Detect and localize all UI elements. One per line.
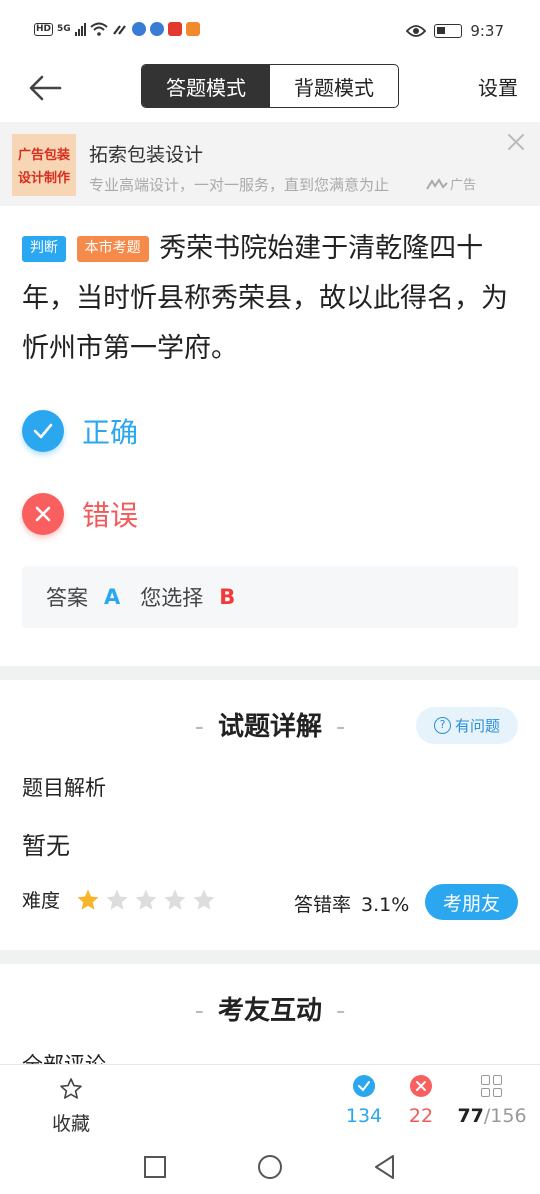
ad-title: 拓索包装设计 [89,144,204,166]
difficulty-label: 难度 [22,890,61,912]
star-filled-icon [77,889,99,910]
favorite-label: 收藏 [51,1113,90,1135]
eye-icon [406,25,427,37]
wrong-counter[interactable]: 22 [396,1075,446,1127]
question-mark-icon: ? [433,717,451,734]
correct-count: 134 [345,1105,383,1127]
difficulty-rating: 难度 [22,886,216,913]
error-rate: 答错率 3.1% [294,890,409,917]
report-problem-label: 有问题 [454,717,500,735]
bottom-toolbar: 收藏 134 22 77/156 [0,1064,540,1140]
question-type-badge: 判断 [22,236,66,262]
current-index: 77 [457,1105,484,1127]
status-left-icons: HD 5G [34,22,200,36]
ad-tag: 广告 [426,174,476,193]
test-friend-button[interactable]: 考朋友 [425,884,518,920]
app-notification-icon [131,22,146,36]
ad-image: 广告包装 设计制作 [12,134,76,196]
ad-image-line1: 广告包装 [17,148,70,163]
question-stem: 判断 本市考题 秀荣书院始建于清乾隆四十年，当时忻县称秀荣县，故以此得名，为忻州… [22,224,522,374]
favorite-button[interactable]: 收藏 [46,1077,96,1136]
option-correct-label: 正确 [82,416,139,449]
link-icon [112,25,126,35]
analysis-label: 题目解析 [22,776,106,800]
wrong-count: 22 [408,1105,434,1127]
section-divider [0,950,540,964]
question-source-badge: 本市考题 [76,236,149,262]
ad-description: 专业高端设计，一对一服务，直到您满意为止 [89,176,390,194]
star-outline-icon [60,1078,82,1099]
check-icon [353,1075,375,1097]
error-rate-value: 3.1% [361,894,410,916]
tab-answer-mode[interactable]: 答题模式 [142,65,270,107]
correct-counter[interactable]: 134 [339,1075,389,1127]
settings-button[interactable]: 设置 [478,72,518,101]
signal-icon [74,22,86,36]
option-wrong-label: 错误 [82,499,139,532]
app-notification-icon [149,22,164,36]
total-count: /156 [483,1105,527,1127]
correct-answer-value: A [104,585,121,609]
5g-icon: 5G [57,23,71,34]
back-arrow-icon[interactable] [28,72,64,104]
clock: 9:37 [470,22,504,40]
your-choice-label: 您选择 [140,586,204,610]
status-bar: HD 5G 9:37 [0,0,540,64]
grid-icon [481,1075,503,1097]
ad-image-line2: 设计制作 [17,171,70,186]
cross-icon [410,1075,432,1097]
progress-text: 77/156 [456,1105,528,1127]
option-wrong[interactable]: 错误 [22,493,138,535]
section-divider [0,666,540,680]
interaction-section-title: - 考友互动 - [194,996,346,1026]
status-right-icons: 9:37 [406,22,504,40]
star-empty-icon [193,889,215,910]
wifi-icon [90,22,108,36]
system-navigation [0,1140,540,1194]
play-app-icon [185,22,200,36]
video-app-icon [167,22,182,36]
star-empty-icon [106,889,128,910]
ad-banner[interactable]: 广告包装 设计制作 拓索包装设计 专业高端设计，一对一服务，直到您满意为止 广告 [0,122,540,206]
close-icon[interactable] [506,132,526,152]
hd-icon: HD [34,22,54,36]
answer-label: 答案 [46,586,88,610]
cross-icon [22,493,64,535]
ad-tag-label: 广告 [450,178,477,193]
back-triangle-icon[interactable] [372,1154,398,1180]
option-correct[interactable]: 正确 [22,410,138,452]
battery-icon [434,24,463,38]
tab-memorize-mode[interactable]: 背题模式 [270,65,398,107]
question-progress[interactable]: 77/156 [456,1075,528,1127]
star-empty-icon [135,889,157,910]
report-problem-button[interactable]: ? 有问题 [416,707,518,744]
ad-logo-icon [426,177,448,190]
answer-result: 答案 A 您选择 B [22,566,518,628]
explain-title-text: 试题详解 [217,712,322,742]
recent-apps-icon[interactable] [142,1154,168,1180]
star-empty-icon [164,889,186,910]
error-rate-label: 答错率 [294,894,352,916]
difficulty-stars [76,888,216,912]
home-icon[interactable] [257,1154,283,1180]
mode-toggle: 答题模式 背题模式 [141,64,399,108]
your-choice-value: B [219,585,236,609]
analysis-text: 暂无 [22,832,70,860]
top-nav: 答题模式 背题模式 设置 [0,64,540,120]
check-icon [22,410,64,452]
interaction-title-text: 考友互动 [217,996,322,1026]
